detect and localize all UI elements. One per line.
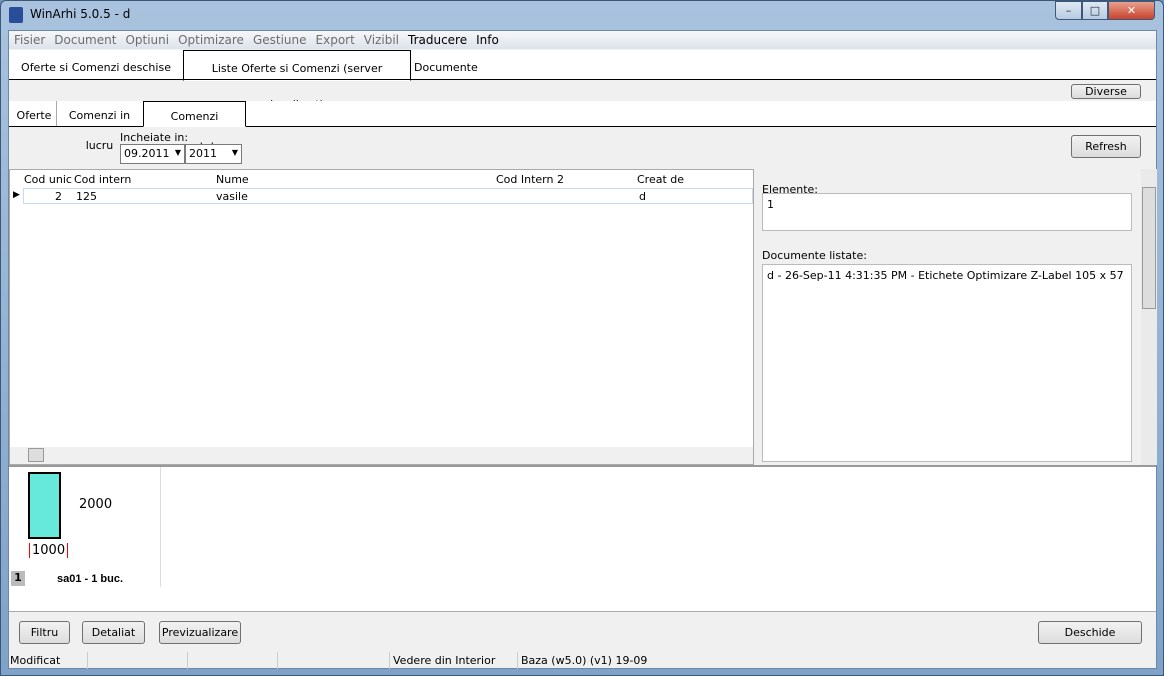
documente-list[interactable]: d - 26-Sep-11 4:31:35 PM - Etichete Opti…: [762, 264, 1132, 462]
filtru-button[interactable]: Filtru: [19, 621, 70, 644]
month-select[interactable]: 09.2011: [120, 144, 185, 164]
status-modificat: Modificat: [9, 652, 88, 669]
detaliat-button[interactable]: Detaliat: [82, 621, 145, 644]
tab-documente[interactable]: Documente: [414, 50, 478, 80]
previzualizare-button[interactable]: Previzualizare: [159, 621, 241, 644]
item-index: 1: [11, 571, 25, 586]
documente-label: Documente listate:: [762, 249, 867, 262]
tab-comenzi-executate[interactable]: Comenzi executate: [143, 101, 246, 153]
year-select[interactable]: 2011: [185, 144, 242, 164]
menu-gestiune[interactable]: Gestiune: [248, 31, 311, 47]
item-caption: sa01 - 1 buc.: [57, 573, 124, 585]
menu-vizibil[interactable]: Vizibil: [359, 31, 403, 47]
app-icon: [9, 7, 23, 23]
deschide-button[interactable]: Deschide: [1038, 621, 1142, 644]
main-tabs: Oferte si Comenzi deschise Liste Oferte …: [9, 50, 1156, 111]
menu-optiuni[interactable]: Optiuni: [120, 31, 173, 47]
menu-document[interactable]: Document: [49, 31, 120, 47]
preview-area: 2000 1000 1 sa01 - 1 buc.: [9, 465, 1156, 612]
col-creat-de[interactable]: Creat de: [637, 173, 684, 186]
cell-nume: vasile: [216, 190, 248, 203]
cell-cod-intern: 125: [76, 190, 97, 203]
status-baza: Baza (w5.0) (v1) 19-09: [521, 654, 648, 667]
status-empty-3: [278, 652, 390, 669]
sub-tabs: Oferte Comenzi in lucru Comenzi executat…: [9, 101, 1156, 153]
menu-fisier[interactable]: Fisier: [9, 31, 49, 47]
width-dimension: 1000: [29, 543, 69, 558]
window-title: WinArhi 5.0.5 - d: [30, 7, 131, 21]
cell-cod-unic: 2: [55, 190, 62, 203]
menu-info[interactable]: Info: [471, 31, 503, 47]
elemente-item[interactable]: 1: [767, 198, 774, 211]
col-cod-intern[interactable]: Cod intern: [74, 173, 131, 186]
status-empty-1: [88, 652, 188, 669]
orders-grid: Cod unic Cod intern Nume Cod Intern 2 Cr…: [9, 169, 754, 465]
maximize-button[interactable]: □: [1082, 1, 1108, 20]
horizontal-scrollbar[interactable]: [10, 447, 753, 464]
status-empty-2: [188, 652, 278, 669]
incheiate-label: Incheiate in:: [120, 131, 189, 144]
col-nume[interactable]: Nume: [216, 173, 249, 186]
client-area: Fisier Document Optiuni Optimizare Gestiune E…: [8, 30, 1157, 669]
vertical-scrollbar[interactable]: [1141, 169, 1157, 465]
refresh-button[interactable]: Refresh: [1071, 135, 1141, 158]
menu-traducere[interactable]: Traducere: [403, 31, 471, 47]
tab-oferte-deschise[interactable]: Oferte si Comenzi deschise: [9, 50, 183, 80]
menu-export[interactable]: Export: [311, 31, 359, 47]
documente-item[interactable]: d - 26-Sep-11 4:31:35 PM - Etichete Opti…: [767, 269, 1124, 282]
tab-liste-oferte[interactable]: Liste Oferte si Comenzi (server localhos…: [183, 50, 411, 111]
close-button[interactable]: ✕: [1108, 1, 1155, 20]
menu-optimizare[interactable]: Optimizare: [173, 31, 248, 47]
row-pointer-icon: ▶: [13, 190, 20, 200]
diverse-button[interactable]: Diverse: [1071, 84, 1141, 99]
status-vedere: Vedere din Interior: [390, 652, 518, 669]
menu-bar: Fisier Document Optiuni Optimizare Gestiune E…: [9, 31, 1156, 49]
window-drawing[interactable]: 2000 1000 1 sa01 - 1 buc.: [9, 467, 161, 587]
col-cod-intern-2[interactable]: Cod Intern 2: [496, 173, 564, 186]
tab-comenzi-lucru[interactable]: Comenzi in lucru: [56, 101, 142, 152]
window-sketch-icon: [28, 472, 61, 539]
col-cod-unic[interactable]: Cod unic: [24, 173, 72, 186]
elemente-list[interactable]: 1: [762, 193, 1132, 231]
height-dimension: 2000: [79, 497, 113, 512]
minimize-button[interactable]: –: [1055, 1, 1082, 20]
tab-oferte[interactable]: Oferte: [13, 101, 55, 126]
cell-creat-de: d: [639, 190, 646, 203]
